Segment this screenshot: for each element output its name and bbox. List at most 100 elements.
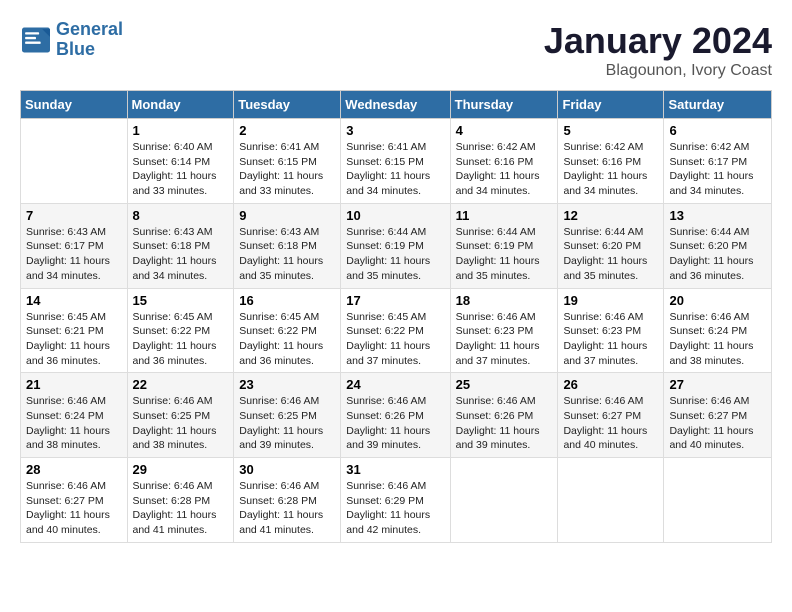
calendar-week-4: 21 Sunrise: 6:46 AMSunset: 6:24 PMDaylig… <box>21 373 772 458</box>
calendar-cell: 10 Sunrise: 6:44 AMSunset: 6:19 PMDaylig… <box>341 203 450 288</box>
day-info: Sunrise: 6:44 AMSunset: 6:19 PMDaylight:… <box>456 225 553 284</box>
calendar-week-3: 14 Sunrise: 6:45 AMSunset: 6:21 PMDaylig… <box>21 288 772 373</box>
day-info: Sunrise: 6:42 AMSunset: 6:17 PMDaylight:… <box>669 140 766 199</box>
day-number: 4 <box>456 123 553 138</box>
calendar-cell: 4 Sunrise: 6:42 AMSunset: 6:16 PMDayligh… <box>450 119 558 204</box>
day-info: Sunrise: 6:46 AMSunset: 6:28 PMDaylight:… <box>133 479 229 538</box>
calendar-cell: 20 Sunrise: 6:46 AMSunset: 6:24 PMDaylig… <box>664 288 772 373</box>
day-number: 6 <box>669 123 766 138</box>
day-number: 3 <box>346 123 444 138</box>
day-info: Sunrise: 6:40 AMSunset: 6:14 PMDaylight:… <box>133 140 229 199</box>
day-number: 28 <box>26 462 122 477</box>
logo-text: General <box>56 20 123 40</box>
day-info: Sunrise: 6:43 AMSunset: 6:18 PMDaylight:… <box>239 225 335 284</box>
col-header-wednesday: Wednesday <box>341 91 450 119</box>
calendar-week-1: 1 Sunrise: 6:40 AMSunset: 6:14 PMDayligh… <box>21 119 772 204</box>
day-info: Sunrise: 6:46 AMSunset: 6:29 PMDaylight:… <box>346 479 444 538</box>
day-number: 27 <box>669 377 766 392</box>
col-header-friday: Friday <box>558 91 664 119</box>
day-number: 20 <box>669 293 766 308</box>
col-header-monday: Monday <box>127 91 234 119</box>
day-info: Sunrise: 6:46 AMSunset: 6:24 PMDaylight:… <box>26 394 122 453</box>
location-subtitle: Blagounon, Ivory Coast <box>544 62 772 80</box>
day-number: 9 <box>239 208 335 223</box>
day-info: Sunrise: 6:46 AMSunset: 6:27 PMDaylight:… <box>669 394 766 453</box>
day-number: 23 <box>239 377 335 392</box>
day-info: Sunrise: 6:44 AMSunset: 6:20 PMDaylight:… <box>669 225 766 284</box>
calendar-cell: 29 Sunrise: 6:46 AMSunset: 6:28 PMDaylig… <box>127 458 234 543</box>
calendar-cell: 14 Sunrise: 6:45 AMSunset: 6:21 PMDaylig… <box>21 288 128 373</box>
calendar-header-row: SundayMondayTuesdayWednesdayThursdayFrid… <box>21 91 772 119</box>
calendar-cell: 9 Sunrise: 6:43 AMSunset: 6:18 PMDayligh… <box>234 203 341 288</box>
logo-icon <box>20 26 52 54</box>
calendar-cell: 23 Sunrise: 6:46 AMSunset: 6:25 PMDaylig… <box>234 373 341 458</box>
day-info: Sunrise: 6:46 AMSunset: 6:23 PMDaylight:… <box>456 310 553 369</box>
day-number: 2 <box>239 123 335 138</box>
day-info: Sunrise: 6:45 AMSunset: 6:21 PMDaylight:… <box>26 310 122 369</box>
day-number: 26 <box>563 377 658 392</box>
day-info: Sunrise: 6:42 AMSunset: 6:16 PMDaylight:… <box>456 140 553 199</box>
day-number: 8 <box>133 208 229 223</box>
day-info: Sunrise: 6:45 AMSunset: 6:22 PMDaylight:… <box>239 310 335 369</box>
calendar-cell: 26 Sunrise: 6:46 AMSunset: 6:27 PMDaylig… <box>558 373 664 458</box>
calendar-cell: 11 Sunrise: 6:44 AMSunset: 6:19 PMDaylig… <box>450 203 558 288</box>
calendar-cell: 2 Sunrise: 6:41 AMSunset: 6:15 PMDayligh… <box>234 119 341 204</box>
calendar-cell <box>21 119 128 204</box>
calendar-cell: 13 Sunrise: 6:44 AMSunset: 6:20 PMDaylig… <box>664 203 772 288</box>
day-number: 12 <box>563 208 658 223</box>
day-info: Sunrise: 6:43 AMSunset: 6:17 PMDaylight:… <box>26 225 122 284</box>
calendar-cell <box>558 458 664 543</box>
day-number: 30 <box>239 462 335 477</box>
day-number: 1 <box>133 123 229 138</box>
day-info: Sunrise: 6:42 AMSunset: 6:16 PMDaylight:… <box>563 140 658 199</box>
day-info: Sunrise: 6:46 AMSunset: 6:25 PMDaylight:… <box>239 394 335 453</box>
calendar-week-5: 28 Sunrise: 6:46 AMSunset: 6:27 PMDaylig… <box>21 458 772 543</box>
day-number: 29 <box>133 462 229 477</box>
calendar-cell: 6 Sunrise: 6:42 AMSunset: 6:17 PMDayligh… <box>664 119 772 204</box>
title-area: January 2024 Blagounon, Ivory Coast <box>544 20 772 80</box>
day-info: Sunrise: 6:43 AMSunset: 6:18 PMDaylight:… <box>133 225 229 284</box>
calendar-cell: 15 Sunrise: 6:45 AMSunset: 6:22 PMDaylig… <box>127 288 234 373</box>
calendar-cell: 18 Sunrise: 6:46 AMSunset: 6:23 PMDaylig… <box>450 288 558 373</box>
day-info: Sunrise: 6:46 AMSunset: 6:26 PMDaylight:… <box>346 394 444 453</box>
day-number: 21 <box>26 377 122 392</box>
day-number: 7 <box>26 208 122 223</box>
calendar-cell: 28 Sunrise: 6:46 AMSunset: 6:27 PMDaylig… <box>21 458 128 543</box>
day-number: 10 <box>346 208 444 223</box>
day-info: Sunrise: 6:41 AMSunset: 6:15 PMDaylight:… <box>346 140 444 199</box>
calendar-cell: 30 Sunrise: 6:46 AMSunset: 6:28 PMDaylig… <box>234 458 341 543</box>
day-number: 14 <box>26 293 122 308</box>
calendar-cell: 8 Sunrise: 6:43 AMSunset: 6:18 PMDayligh… <box>127 203 234 288</box>
day-number: 17 <box>346 293 444 308</box>
col-header-thursday: Thursday <box>450 91 558 119</box>
calendar-cell: 3 Sunrise: 6:41 AMSunset: 6:15 PMDayligh… <box>341 119 450 204</box>
day-info: Sunrise: 6:46 AMSunset: 6:25 PMDaylight:… <box>133 394 229 453</box>
day-info: Sunrise: 6:41 AMSunset: 6:15 PMDaylight:… <box>239 140 335 199</box>
logo-text2: Blue <box>56 40 123 60</box>
day-number: 25 <box>456 377 553 392</box>
day-number: 16 <box>239 293 335 308</box>
day-info: Sunrise: 6:46 AMSunset: 6:23 PMDaylight:… <box>563 310 658 369</box>
day-number: 5 <box>563 123 658 138</box>
day-info: Sunrise: 6:46 AMSunset: 6:28 PMDaylight:… <box>239 479 335 538</box>
calendar-cell: 1 Sunrise: 6:40 AMSunset: 6:14 PMDayligh… <box>127 119 234 204</box>
calendar-cell: 5 Sunrise: 6:42 AMSunset: 6:16 PMDayligh… <box>558 119 664 204</box>
day-info: Sunrise: 6:45 AMSunset: 6:22 PMDaylight:… <box>346 310 444 369</box>
calendar-cell <box>450 458 558 543</box>
day-number: 24 <box>346 377 444 392</box>
day-info: Sunrise: 6:46 AMSunset: 6:27 PMDaylight:… <box>563 394 658 453</box>
day-info: Sunrise: 6:46 AMSunset: 6:27 PMDaylight:… <box>26 479 122 538</box>
day-info: Sunrise: 6:44 AMSunset: 6:20 PMDaylight:… <box>563 225 658 284</box>
calendar-cell: 12 Sunrise: 6:44 AMSunset: 6:20 PMDaylig… <box>558 203 664 288</box>
day-info: Sunrise: 6:45 AMSunset: 6:22 PMDaylight:… <box>133 310 229 369</box>
calendar-cell <box>664 458 772 543</box>
calendar-cell: 16 Sunrise: 6:45 AMSunset: 6:22 PMDaylig… <box>234 288 341 373</box>
page-header: General Blue January 2024 Blagounon, Ivo… <box>20 20 772 80</box>
month-title: January 2024 <box>544 20 772 62</box>
day-number: 13 <box>669 208 766 223</box>
col-header-sunday: Sunday <box>21 91 128 119</box>
day-number: 18 <box>456 293 553 308</box>
day-info: Sunrise: 6:46 AMSunset: 6:26 PMDaylight:… <box>456 394 553 453</box>
day-info: Sunrise: 6:44 AMSunset: 6:19 PMDaylight:… <box>346 225 444 284</box>
day-info: Sunrise: 6:46 AMSunset: 6:24 PMDaylight:… <box>669 310 766 369</box>
